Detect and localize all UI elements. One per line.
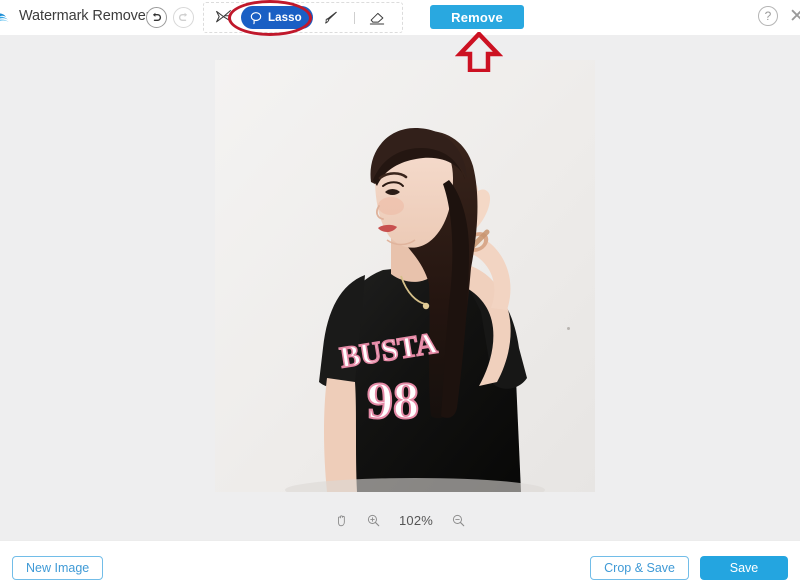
- history-controls: [146, 7, 194, 28]
- tool-magic-wand[interactable]: [206, 4, 240, 31]
- new-image-button[interactable]: New Image: [12, 556, 104, 580]
- shirt-text-number: 98: [367, 373, 419, 430]
- redo-icon: [178, 12, 188, 21]
- magic-wand-icon: [215, 10, 231, 23]
- watermark-remover-window: Watermark Remover Lasso Remove ? ✕ BUSTA…: [0, 0, 800, 584]
- zoom-level: 102%: [398, 512, 434, 528]
- editor-canvas[interactable]: BUSTA 98 102%: [0, 35, 800, 540]
- tool-lasso[interactable]: Lasso: [241, 6, 313, 29]
- app-title: Watermark Remover: [19, 8, 151, 24]
- header-right-controls: ? ✕: [758, 6, 800, 26]
- footer-bar: New Image Crop & Save Save: [0, 540, 800, 584]
- eraser-icon: [369, 12, 384, 24]
- undo-icon: [152, 12, 162, 21]
- toolbar-divider: [353, 11, 355, 24]
- zoom-in-icon[interactable]: [366, 513, 381, 528]
- wave-logo-icon: [0, 13, 9, 22]
- undo-button[interactable]: [146, 7, 167, 28]
- photo-container[interactable]: BUSTA 98: [215, 60, 595, 492]
- close-icon[interactable]: ✕: [788, 7, 800, 26]
- app-brand: Watermark Remover: [0, 5, 151, 27]
- tool-eraser[interactable]: [360, 4, 394, 31]
- photo-image: BUSTA 98: [215, 60, 595, 492]
- tool-lasso-label: Lasso: [268, 11, 302, 24]
- zoom-controls: 102%: [0, 508, 800, 532]
- save-button[interactable]: Save: [700, 556, 788, 580]
- crop-and-save-button[interactable]: Crop & Save: [590, 556, 689, 580]
- remove-button[interactable]: Remove: [430, 5, 524, 29]
- brush-icon: [324, 11, 337, 24]
- hand-tool-icon[interactable]: [334, 513, 349, 528]
- redo-button[interactable]: [173, 7, 194, 28]
- help-icon[interactable]: ?: [758, 6, 778, 26]
- red-up-arrow: [455, 32, 503, 72]
- tool-brush[interactable]: [313, 4, 347, 31]
- app-header: Watermark Remover Lasso Remove ? ✕: [0, 0, 800, 35]
- tool-group: Lasso: [203, 2, 403, 33]
- lasso-icon: [250, 11, 262, 24]
- zoom-out-icon[interactable]: [451, 513, 466, 528]
- cursor-dot: [567, 327, 570, 330]
